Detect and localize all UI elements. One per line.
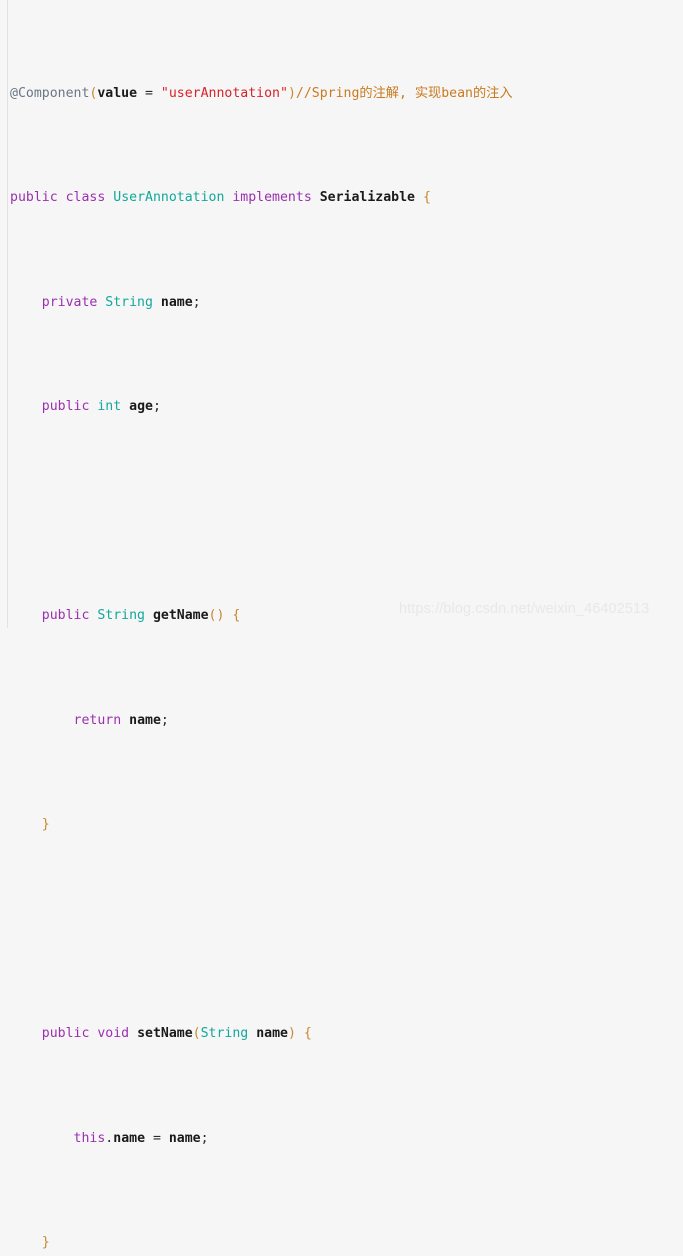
paren-open: ( (192, 1026, 201, 1042)
parens: () (208, 608, 225, 624)
brace-close: } (41, 1235, 50, 1251)
code-line: @Component(value = "userAnnotation")//Sp… (10, 84, 683, 105)
param-type: String (200, 1026, 249, 1042)
string-literal: "userAnnotation" (160, 85, 288, 101)
paren-close: ) (287, 85, 296, 101)
annotation-param-name: value (97, 85, 138, 101)
field-ref: name (129, 712, 161, 728)
code-line: public class UserAnnotation implements S… (10, 188, 683, 209)
code-line: public void setName(String name) { (10, 1024, 683, 1045)
keyword-public: public (41, 399, 90, 415)
keyword-public: public (10, 190, 58, 206)
keyword-class: class (65, 190, 106, 206)
keyword-this: this (73, 1130, 106, 1146)
class-name: UserAnnotation (113, 190, 225, 206)
brace-open: { (422, 190, 431, 206)
brace-close: } (41, 817, 50, 833)
code-editor-pane[interactable]: @Component(value = "userAnnotation")//Sp… (0, 0, 683, 1250)
method-getname: getName (152, 608, 209, 624)
semicolon: ; (200, 1130, 209, 1146)
code-line: return name; (10, 711, 683, 732)
field-age: age (129, 399, 153, 415)
code-line: } (10, 1233, 683, 1254)
assign-operator: = (145, 1130, 169, 1146)
gutter-divider (7, 0, 8, 628)
code-line: private String name; (10, 293, 683, 314)
keyword-public: public (41, 1026, 90, 1042)
keyword-implements: implements (232, 190, 312, 206)
method-setname: setName (137, 1026, 193, 1042)
keyword-return: return (73, 712, 122, 728)
code-line: this.name = name; (10, 1129, 683, 1150)
type-int: int (97, 399, 122, 415)
line-comment: //Spring的注解, 实现bean的注入 (295, 85, 513, 101)
type-string: String (97, 608, 145, 624)
interface-name: Serializable (319, 190, 415, 206)
value-ref: name (168, 1130, 201, 1146)
semicolon: ; (192, 294, 201, 310)
annotation-component: @Component (10, 85, 90, 101)
code-content[interactable]: @Component(value = "userAnnotation")//Sp… (10, 0, 683, 1256)
brace-open: { (303, 1026, 312, 1042)
semicolon: ; (152, 399, 161, 415)
dot: . (105, 1130, 114, 1146)
field-ref: name (113, 1130, 146, 1146)
brace-open: { (232, 608, 241, 624)
keyword-public: public (41, 608, 90, 624)
keyword-void: void (97, 1026, 130, 1042)
paren-close: ) (287, 1026, 296, 1042)
keyword-private: private (41, 294, 98, 310)
type-string: String (105, 294, 153, 310)
semicolon: ; (160, 712, 169, 728)
equals-operator: = (137, 85, 161, 101)
code-line: public int age; (10, 397, 683, 418)
param-name: name (256, 1026, 288, 1042)
watermark-url: https://blog.csdn.net/weixin_46402513 (399, 601, 650, 617)
field-name: name (160, 294, 193, 310)
code-line: } (10, 815, 683, 836)
